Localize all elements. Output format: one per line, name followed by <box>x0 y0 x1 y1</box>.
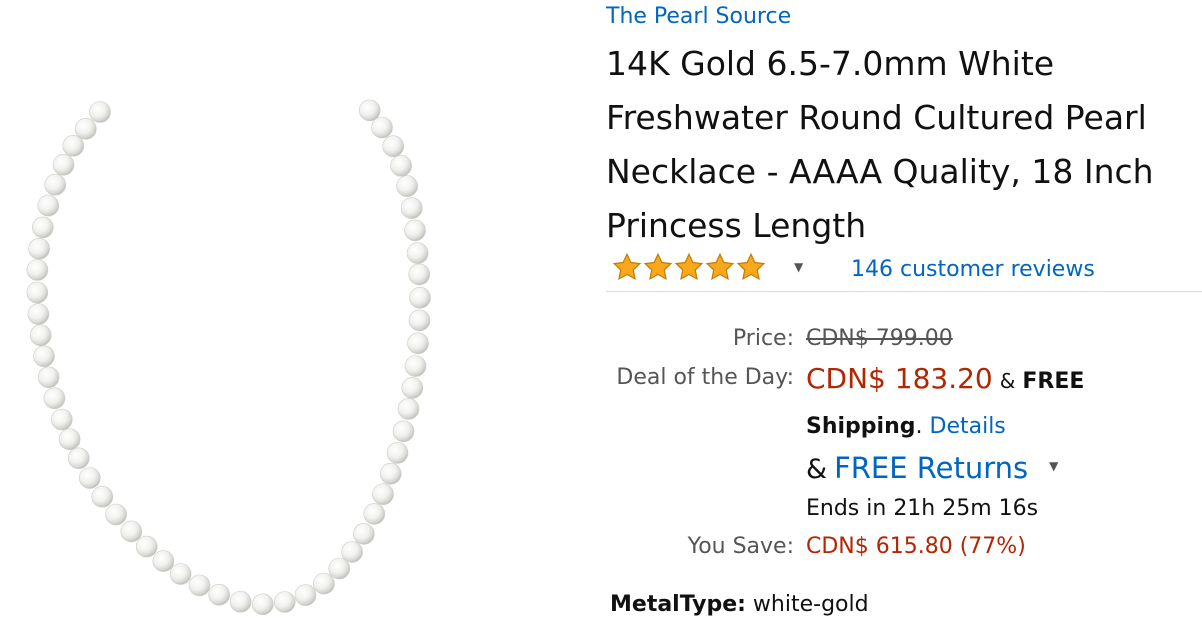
product-title: 14K Gold 6.5-7.0mm White Freshwater Roun… <box>606 44 1154 245</box>
pearl <box>352 523 375 545</box>
product-image[interactable] <box>0 0 600 636</box>
pearl <box>401 377 424 399</box>
pearl <box>26 281 49 304</box>
shipping-row: Shipping. Details <box>806 413 1006 441</box>
pearl <box>33 345 55 368</box>
pearl <box>43 387 66 410</box>
pearl <box>358 99 381 122</box>
returns-caret-icon[interactable]: ▼ <box>1049 459 1058 473</box>
pearl <box>408 309 431 332</box>
pearl <box>31 216 54 239</box>
metal-type-row: MetalType: white-gold <box>610 590 869 620</box>
rating-row: ▼ 146 customer reviews <box>612 252 1192 286</box>
list-price: CDN$ 799.00 <box>806 326 953 351</box>
deal-price-row: CDN$ 183.20 & FREE <box>806 362 1084 396</box>
pearl <box>273 591 296 613</box>
pearl <box>390 154 412 177</box>
divider <box>606 291 1202 292</box>
product-page: The Pearl Source 14K Gold 6.5-7.0mm Whit… <box>0 0 1202 636</box>
pearl <box>120 520 143 543</box>
pearl <box>404 355 427 377</box>
free-returns-link[interactable]: FREE Returns <box>834 451 1028 485</box>
pearl <box>50 408 73 431</box>
pearl <box>169 563 192 585</box>
pearl <box>29 324 52 347</box>
deal-price: CDN$ 183.20 <box>806 362 993 395</box>
period-text: . <box>915 414 923 439</box>
pearl-necklace-image <box>26 99 431 616</box>
pearl <box>44 173 67 196</box>
price-label: Price: <box>732 326 794 351</box>
pearl <box>251 593 274 616</box>
deal-label: Deal of the Day: <box>616 365 794 390</box>
pearl <box>400 197 423 219</box>
pearl <box>371 116 393 139</box>
star-rating[interactable] <box>612 252 766 282</box>
metal-type-label: MetalType: <box>610 592 746 617</box>
pearl <box>62 135 85 157</box>
pearl <box>379 462 402 485</box>
pearl <box>408 263 431 286</box>
brand-link[interactable]: The Pearl Source <box>606 3 791 31</box>
pearl <box>135 535 158 558</box>
pearl <box>294 584 317 606</box>
pearl <box>91 485 114 508</box>
returns-row: & FREE Returns ▼ <box>806 450 1058 488</box>
pearl <box>397 398 420 420</box>
pearl <box>341 541 363 563</box>
pearl <box>67 447 90 470</box>
star-icon <box>643 252 673 281</box>
amp-text-2: & <box>806 454 828 485</box>
pearl <box>382 135 405 157</box>
pearl <box>27 303 50 325</box>
pearl <box>75 117 97 140</box>
pearl <box>105 503 127 526</box>
pearl <box>386 442 409 464</box>
pearl <box>58 428 81 451</box>
metal-type-value: white-gold <box>752 592 869 617</box>
pearl <box>52 153 75 176</box>
deal-countdown: Ends in 21h 25m 16s <box>806 496 1039 521</box>
rating-dropdown-caret-icon[interactable]: ▼ <box>794 260 803 274</box>
pearl <box>79 467 101 489</box>
pearl <box>89 101 111 123</box>
pearl <box>406 242 429 264</box>
pearl <box>396 175 418 197</box>
pearl <box>372 483 394 506</box>
pearl <box>407 332 429 355</box>
customer-reviews-link[interactable]: 146 customer reviews <box>851 256 1095 284</box>
star-icon <box>612 252 642 281</box>
pearl <box>208 583 230 606</box>
pearl <box>37 194 60 217</box>
star-icon <box>674 252 704 281</box>
amp-text: & <box>999 369 1016 393</box>
shipping-text: Shipping <box>806 414 916 439</box>
pearl <box>404 219 426 242</box>
shipping-details-link[interactable]: Details <box>930 414 1006 439</box>
pearl <box>37 366 60 389</box>
pearl <box>313 572 335 595</box>
pearl <box>152 550 175 572</box>
free-shipping-text: FREE <box>1022 369 1085 394</box>
pearl <box>409 286 431 309</box>
star-icon <box>705 252 735 281</box>
pearl <box>188 574 211 597</box>
star-icon <box>736 252 766 281</box>
you-save-value: CDN$ 615.80 (77%) <box>806 534 1026 559</box>
pearl <box>392 420 415 443</box>
pearl <box>229 590 252 613</box>
you-save-label: You Save: <box>687 534 794 559</box>
pearl <box>28 238 50 260</box>
pearl <box>363 503 386 525</box>
pearl <box>26 259 49 281</box>
